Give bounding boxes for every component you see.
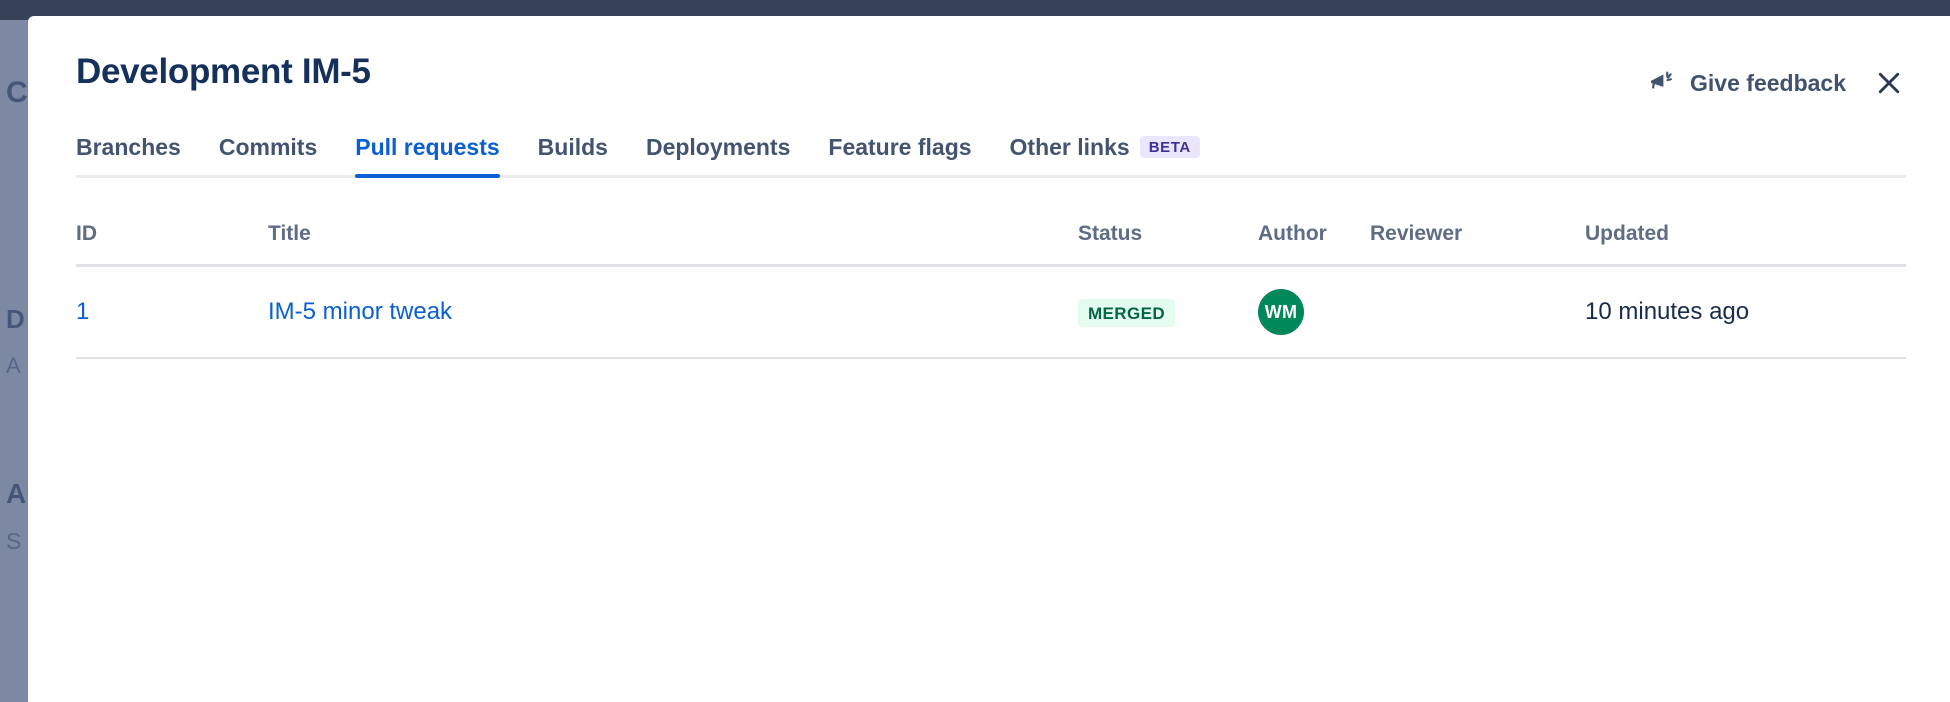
tab-other-links[interactable]: Other links BETA xyxy=(991,134,1219,175)
tab-label: Other links xyxy=(1010,134,1130,161)
tab-deployments[interactable]: Deployments xyxy=(627,134,809,175)
page-title: Development IM-5 xyxy=(76,52,371,92)
pull-requests-table-container: ID Title Status Author Reviewer Updated … xyxy=(76,222,1906,359)
beta-badge: BETA xyxy=(1140,136,1200,158)
tab-label: Branches xyxy=(76,134,181,161)
cell-status: MERGED xyxy=(1078,266,1258,359)
pull-requests-table: ID Title Status Author Reviewer Updated … xyxy=(76,222,1906,359)
cell-title: IM-5 minor tweak xyxy=(268,266,1078,359)
backdrop-text: C xyxy=(6,76,28,110)
screen: C D A A S Development IM-5 xyxy=(0,0,1950,702)
backdrop-text: D xyxy=(6,304,25,335)
tab-builds[interactable]: Builds xyxy=(519,134,627,175)
tab-label: Builds xyxy=(538,134,608,161)
cell-updated: 10 minutes ago xyxy=(1585,266,1906,359)
tab-commits[interactable]: Commits xyxy=(200,134,336,175)
header-actions: Give feedback xyxy=(1647,66,1906,100)
column-header-author: Author xyxy=(1258,222,1370,266)
backdrop-text: S xyxy=(6,528,21,555)
tab-branches[interactable]: Branches xyxy=(76,134,200,175)
cell-author: WM xyxy=(1258,266,1370,359)
column-header-status: Status xyxy=(1078,222,1258,266)
megaphone-icon xyxy=(1647,68,1677,98)
backdrop-page-content: C D A A S xyxy=(0,20,30,702)
development-modal: Development IM-5 Give feedback xyxy=(28,16,1950,702)
avatar[interactable]: WM xyxy=(1258,289,1304,335)
tab-label: Feature flags xyxy=(828,134,971,161)
table-body: 1 IM-5 minor tweak MERGED WM 10 minutes … xyxy=(76,266,1906,359)
tab-list: Branches Commits Pull requests Builds De… xyxy=(76,134,1906,178)
column-header-id: ID xyxy=(76,222,268,266)
tab-label: Deployments xyxy=(646,134,790,161)
close-icon[interactable] xyxy=(1872,66,1906,100)
table-row: 1 IM-5 minor tweak MERGED WM 10 minutes … xyxy=(76,266,1906,359)
table-head: ID Title Status Author Reviewer Updated xyxy=(76,222,1906,266)
pr-title-link[interactable]: IM-5 minor tweak xyxy=(268,298,452,325)
give-feedback-button[interactable]: Give feedback xyxy=(1647,68,1846,98)
backdrop-text: A xyxy=(6,478,26,510)
give-feedback-label: Give feedback xyxy=(1690,70,1846,97)
column-header-title: Title xyxy=(268,222,1078,266)
tab-label: Pull requests xyxy=(355,134,499,161)
tabs-container: Branches Commits Pull requests Builds De… xyxy=(76,134,1906,178)
backdrop-text: A xyxy=(6,353,21,379)
table-header-row: ID Title Status Author Reviewer Updated xyxy=(76,222,1906,266)
tab-pull-requests[interactable]: Pull requests xyxy=(336,134,518,175)
pr-id-link[interactable]: 1 xyxy=(76,298,89,325)
column-header-reviewer: Reviewer xyxy=(1370,222,1585,266)
status-badge: MERGED xyxy=(1078,299,1175,327)
modal-header: Development IM-5 Give feedback xyxy=(28,16,1950,134)
cell-reviewer xyxy=(1370,266,1585,359)
cell-id: 1 xyxy=(76,266,268,359)
tab-label: Commits xyxy=(219,134,317,161)
tab-feature-flags[interactable]: Feature flags xyxy=(809,134,990,175)
column-header-updated: Updated xyxy=(1585,222,1906,266)
